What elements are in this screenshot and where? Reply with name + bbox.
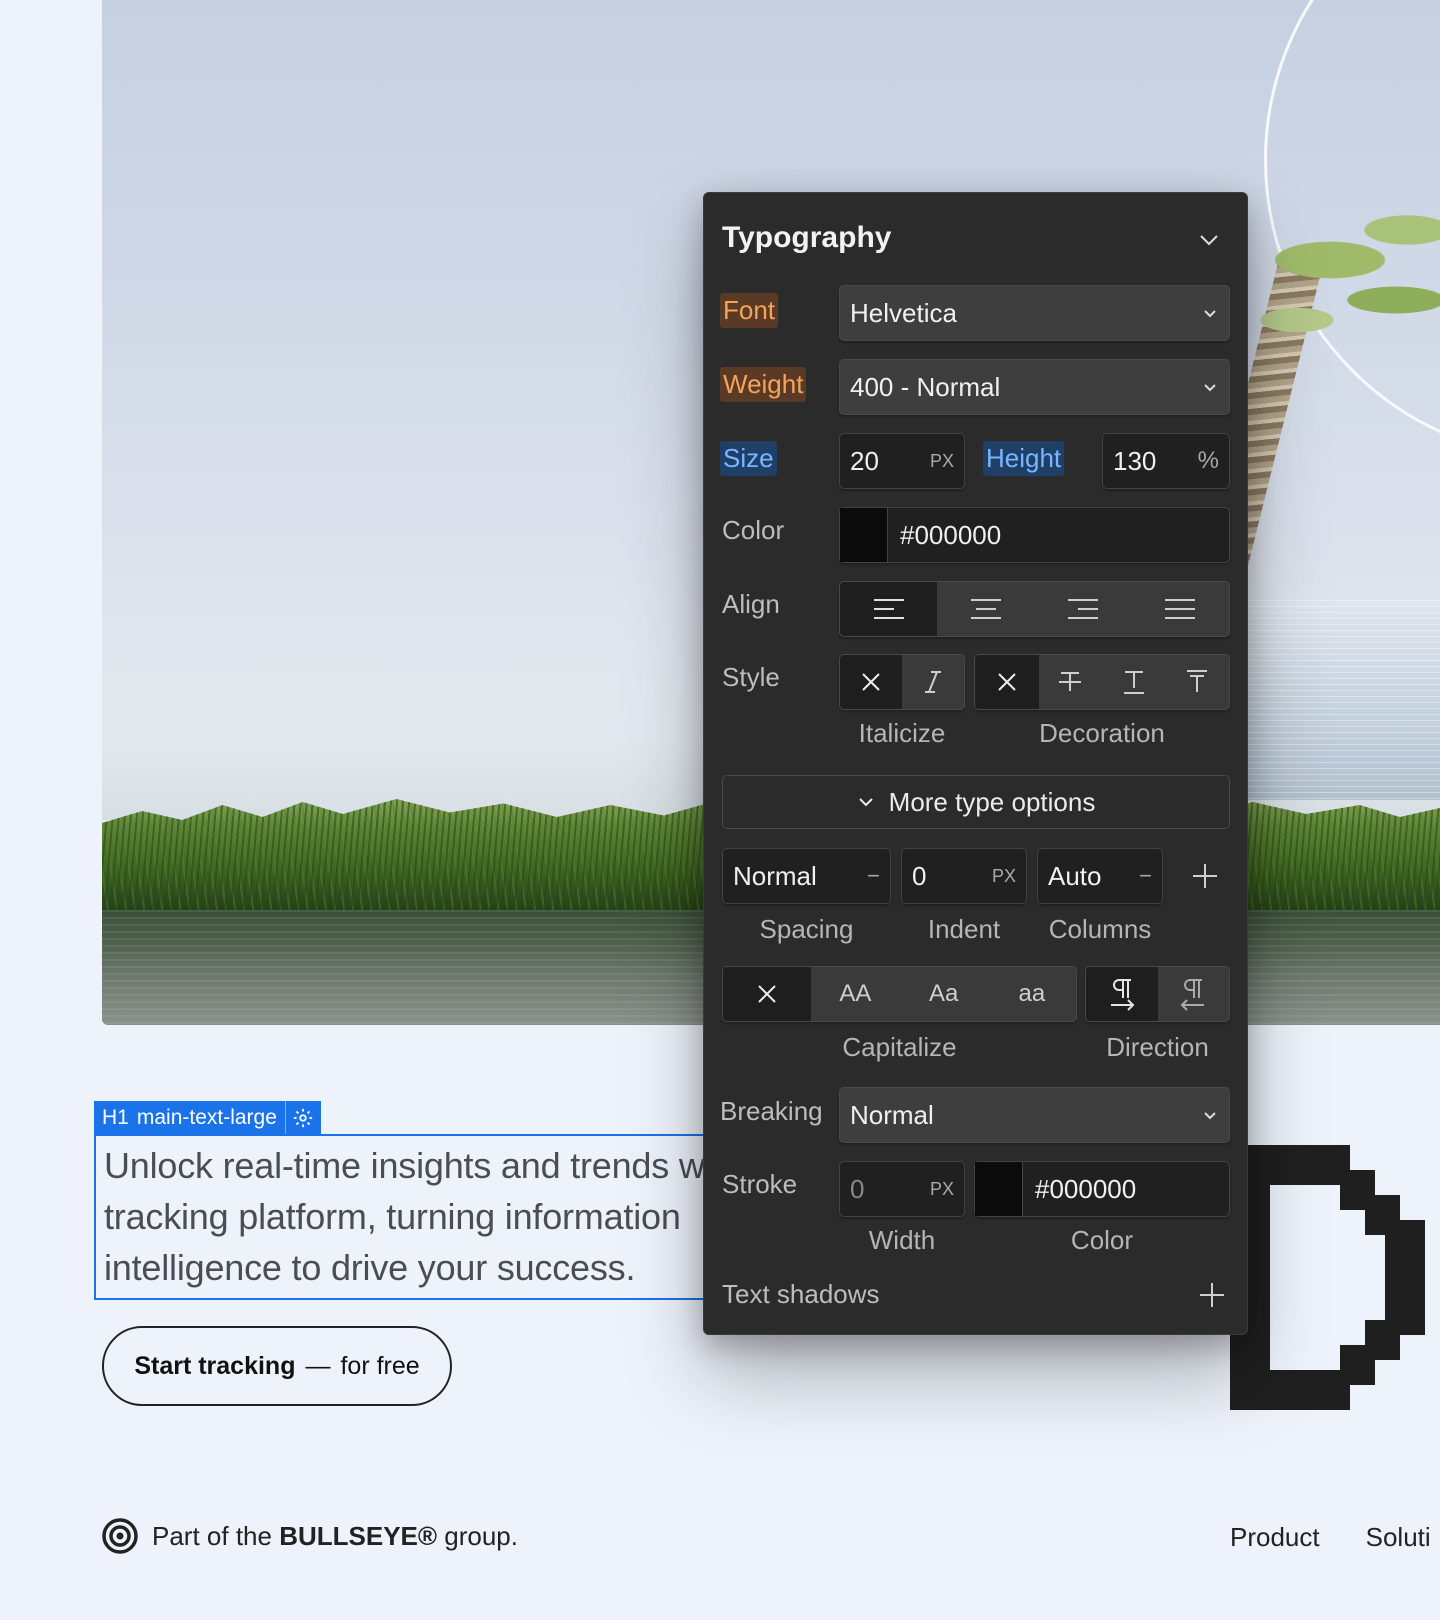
chevron-down-icon	[858, 798, 873, 807]
ltr-direction-icon[interactable]	[1086, 967, 1158, 1021]
no-capitalize-x-icon[interactable]	[723, 967, 812, 1021]
weight-select[interactable]: 400 - Normal	[839, 359, 1230, 415]
capitalize-caption: Capitalize	[842, 1032, 957, 1062]
lowercase-option[interactable]: aa	[988, 967, 1076, 1021]
stroke-color-value: #000000	[1035, 1173, 1137, 1204]
stroke-width-value: 0	[850, 1173, 865, 1204]
element-tag-type: H1	[102, 1106, 129, 1129]
more-type-options-label: More type options	[888, 786, 1096, 817]
height-value: 130	[1113, 445, 1157, 476]
font-value: Helvetica	[850, 297, 957, 328]
spacing-dash: −	[867, 863, 880, 888]
line-height-input[interactable]: 130 %	[1102, 433, 1230, 489]
direction-segmented-control	[1085, 966, 1230, 1022]
letter-spacing-input[interactable]: Normal −	[722, 848, 891, 904]
more-type-options-button[interactable]: More type options	[722, 775, 1230, 829]
align-segmented-control	[839, 581, 1230, 637]
rtl-direction-icon[interactable]	[1158, 967, 1230, 1021]
justify-icon[interactable]	[1132, 582, 1229, 636]
columns-input[interactable]: Auto −	[1037, 848, 1163, 904]
breaking-label: Breaking	[720, 1096, 823, 1126]
font-label: Font	[720, 293, 779, 328]
text-indent-input[interactable]: 0 PX	[901, 848, 1027, 904]
stroke-width-caption: Width	[868, 1225, 936, 1255]
style-label: Style	[722, 662, 780, 692]
element-selection-tag[interactable]: H1 main-text-large	[94, 1101, 321, 1135]
element-class-name: main-text-large	[136, 1106, 277, 1129]
height-label: Height	[983, 441, 1065, 476]
collapse-chevron-icon[interactable]	[1198, 229, 1220, 251]
indent-value: 0	[912, 860, 927, 891]
settings-gear-icon[interactable]	[284, 1101, 321, 1135]
stroke-label: Stroke	[722, 1169, 798, 1199]
chevron-down-icon	[1204, 310, 1216, 318]
strikethrough-icon[interactable]	[1039, 655, 1103, 709]
color-value: #000000	[900, 519, 1002, 550]
italic-icon[interactable]	[902, 655, 964, 709]
direction-caption: Direction	[1106, 1032, 1209, 1062]
size-unit: PX	[929, 450, 954, 471]
no-decoration-x-icon[interactable]	[975, 655, 1039, 709]
indent-caption: Indent	[927, 914, 1001, 944]
uppercase-option[interactable]: AA	[811, 967, 899, 1021]
cta-dash: —	[305, 1351, 331, 1380]
italic-segmented-control	[839, 654, 965, 710]
overline-icon[interactable]	[1166, 655, 1230, 709]
underline-icon[interactable]	[1102, 655, 1166, 709]
color-swatch[interactable]	[840, 508, 888, 562]
font-select[interactable]: Helvetica	[839, 285, 1230, 341]
footer-brand-name: BULLSEYE®	[279, 1520, 438, 1551]
breaking-select[interactable]: Normal	[839, 1087, 1230, 1143]
stroke-color-input[interactable]: #000000	[974, 1161, 1230, 1217]
text-shadows-label: Text shadows	[722, 1279, 880, 1309]
columns-caption: Columns	[1048, 914, 1152, 944]
stroke-width-input[interactable]: 0 PX	[839, 1161, 965, 1217]
columns-value: Auto	[1048, 860, 1102, 891]
breaking-value: Normal	[850, 1099, 934, 1130]
no-italic-x-icon[interactable]	[840, 655, 902, 709]
decoration-caption: Decoration	[1039, 718, 1165, 748]
pixel-letter-graphic	[1230, 1145, 1425, 1410]
footer-suffix: group.	[437, 1520, 518, 1551]
spacing-value: Normal	[733, 860, 817, 891]
panel-title: Typography	[722, 221, 892, 254]
size-label: Size	[720, 441, 777, 476]
stroke-color-caption: Color	[1070, 1225, 1134, 1255]
size-value: 20	[850, 445, 879, 476]
footer-prefix: Part of the	[152, 1520, 280, 1551]
palm-tree-fronds	[1242, 180, 1440, 380]
indent-unit: PX	[991, 865, 1016, 886]
spacing-caption: Spacing	[759, 914, 854, 944]
align-label: Align	[722, 589, 780, 619]
add-text-shadow-icon[interactable]	[1198, 1281, 1226, 1309]
decoration-segmented-control	[974, 654, 1230, 710]
italicize-caption: Italicize	[858, 718, 946, 748]
capitalize-option[interactable]: Aa	[900, 967, 988, 1021]
footer-nav: Product Soluti	[1230, 1522, 1431, 1553]
chevron-down-icon	[1204, 384, 1216, 392]
center-align-icon[interactable]	[937, 582, 1034, 636]
color-input[interactable]: #000000	[839, 507, 1230, 563]
typography-panel: Typography Font Helvetica Weight 400 - N…	[703, 192, 1248, 1335]
height-unit: %	[1197, 447, 1219, 474]
stroke-width-unit: PX	[929, 1178, 954, 1199]
capitalize-segmented-control: AA Aa aa	[722, 966, 1077, 1022]
cta-strong-label: Start tracking	[134, 1351, 296, 1380]
footer-brand: Part of the BULLSEYE® group.	[102, 1518, 518, 1554]
color-label: Color	[722, 515, 785, 545]
weight-value: 400 - Normal	[850, 371, 1001, 402]
start-tracking-button[interactable]: Start tracking — for free	[102, 1326, 452, 1406]
cta-light-label: for free	[340, 1351, 420, 1380]
left-align-icon[interactable]	[840, 582, 938, 636]
columns-dash: −	[1139, 863, 1152, 888]
right-align-icon[interactable]	[1035, 582, 1132, 636]
chevron-down-icon	[1204, 1112, 1216, 1120]
nav-link-solutions[interactable]: Soluti	[1366, 1522, 1431, 1553]
size-input[interactable]: 20 PX	[839, 433, 965, 489]
bullseye-logo-icon	[102, 1518, 138, 1554]
add-icon[interactable]	[1191, 862, 1219, 890]
stroke-color-swatch[interactable]	[975, 1162, 1023, 1216]
nav-link-product[interactable]: Product	[1230, 1522, 1320, 1553]
weight-label: Weight	[720, 367, 807, 402]
